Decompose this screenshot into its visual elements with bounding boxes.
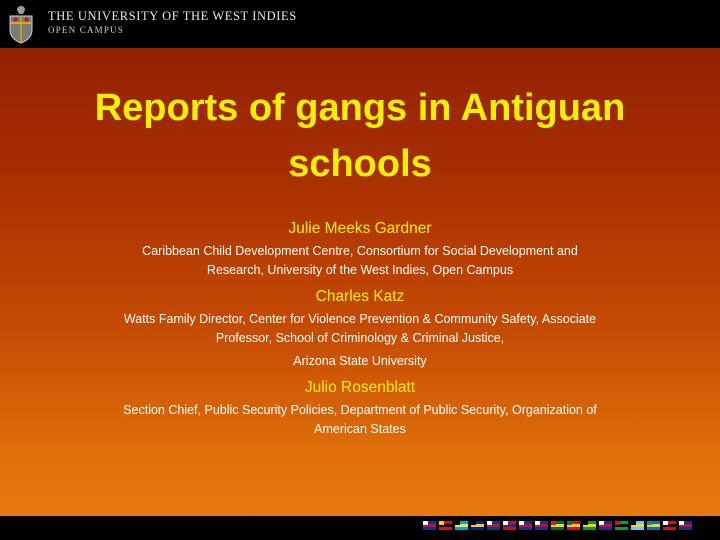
- slide-title: Reports of gangs in Antiguan schools: [60, 80, 660, 192]
- flag-antigua-icon: [439, 521, 452, 530]
- member-flags: [423, 521, 692, 530]
- title-line-2: schools: [288, 143, 432, 185]
- footer-bar: [0, 516, 720, 540]
- author-affiliation: Watts Family Director, Center for Violen…: [30, 310, 690, 371]
- affiliation-line: Section Chief, Public Security Policies,…: [123, 403, 597, 417]
- affiliation-line: Caribbean Child Development Centre, Cons…: [142, 244, 578, 258]
- author-affiliation: Section Chief, Public Security Policies,…: [30, 401, 690, 439]
- affiliation-line: Professor, School of Criminology & Crimi…: [215, 331, 505, 345]
- flag-turks-icon: [679, 521, 692, 530]
- flag-trinidad-icon: [663, 521, 676, 530]
- affiliation-line: Research, University of the West Indies,…: [206, 263, 514, 277]
- title-line-1: Reports of gangs in Antiguan: [94, 87, 626, 129]
- flag-anguilla-icon: [423, 521, 436, 530]
- author-list: Julie Meeks Gardner Caribbean Child Deve…: [30, 218, 690, 445]
- flag-barbados-icon: [471, 521, 484, 530]
- university-name: THE UNIVERSITY OF THE WEST INDIES: [48, 9, 297, 23]
- author-name: Julio Rosenblatt: [304, 379, 416, 396]
- flag-bermuda-icon: [503, 521, 516, 530]
- flag-stkitts-icon: [615, 521, 628, 530]
- flag-cayman-icon: [535, 521, 548, 530]
- author-affiliation: Caribbean Child Development Centre, Cons…: [30, 242, 690, 280]
- header-bar: THE UNIVERSITY OF THE WEST INDIES OPEN C…: [0, 0, 720, 48]
- affiliation-line: Watts Family Director, Center for Violen…: [123, 312, 597, 326]
- affiliation-line: Arizona State University: [293, 354, 427, 368]
- flag-grenada-icon: [567, 521, 580, 530]
- flag-jamaica-icon: [583, 521, 596, 530]
- campus-name: OPEN CAMPUS: [48, 25, 124, 35]
- flag-montserrat-icon: [599, 521, 612, 530]
- flag-stlucia-icon: [631, 521, 644, 530]
- uwi-crest-icon: [9, 6, 33, 44]
- flag-bvi-icon: [519, 521, 532, 530]
- flag-stvincent-icon: [647, 521, 660, 530]
- author-name: Charles Katz: [315, 288, 405, 305]
- affiliation-line: American States: [314, 422, 406, 436]
- flag-bahamas-icon: [455, 521, 468, 530]
- flag-dominica-icon: [551, 521, 564, 530]
- author-name: Julie Meeks Gardner: [288, 220, 432, 237]
- flag-belize-icon: [487, 521, 500, 530]
